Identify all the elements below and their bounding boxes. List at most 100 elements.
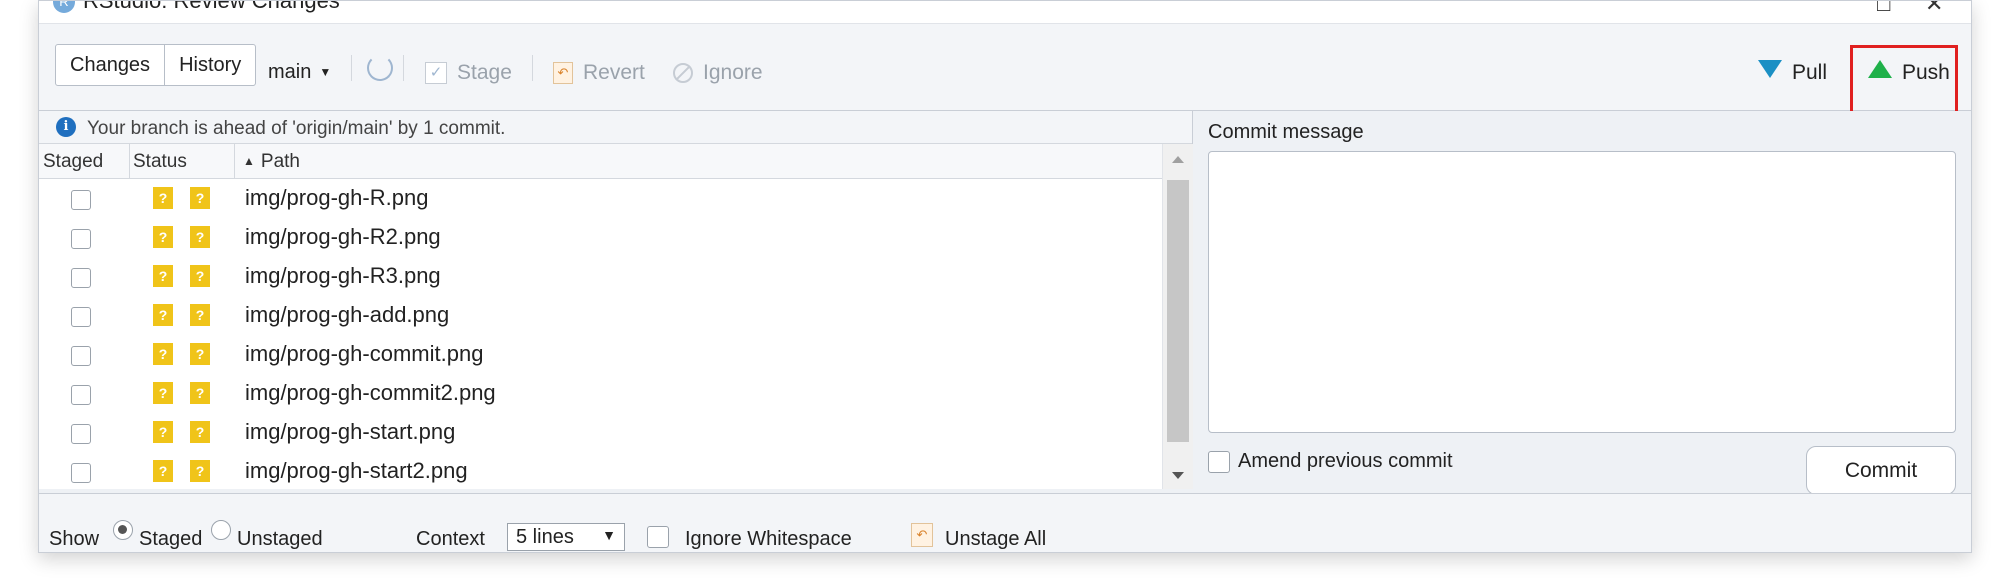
pull-arrow-icon xyxy=(1758,60,1782,79)
column-header-staged[interactable]: Staged xyxy=(43,151,103,173)
dropdown-arrow-icon: ▼ xyxy=(602,527,616,543)
staged-checkbox[interactable] xyxy=(71,424,91,444)
table-row[interactable]: ? ? img/prog-gh-add.png xyxy=(39,296,1162,335)
toolbar-divider xyxy=(403,55,404,81)
status-badge-index: ? xyxy=(153,343,173,365)
staged-checkbox[interactable] xyxy=(71,385,91,405)
column-divider xyxy=(234,144,235,178)
sort-ascending-icon: ▲ xyxy=(243,154,255,168)
context-select[interactable]: 5 lines ▼ xyxy=(507,523,625,551)
scroll-up-arrow-icon[interactable] xyxy=(1172,156,1184,163)
status-badge-worktree: ? xyxy=(190,460,210,482)
staged-checkbox[interactable] xyxy=(71,307,91,327)
table-row[interactable]: ? ? img/prog-gh-commit.png xyxy=(39,335,1162,374)
status-badge-index: ? xyxy=(153,265,173,287)
table-row[interactable]: ? ? img/prog-gh-R.png xyxy=(39,179,1162,218)
commit-pane: Commit message Amend previous commit Com… xyxy=(1196,111,1971,495)
file-path: img/prog-gh-add.png xyxy=(245,302,450,327)
status-badge-worktree: ? xyxy=(190,187,210,209)
table-row[interactable]: ? ? img/prog-gh-start.png xyxy=(39,413,1162,452)
status-badge-worktree: ? xyxy=(190,265,210,287)
close-icon[interactable]: ✕ xyxy=(1925,1,1943,17)
scrollbar-thumb[interactable] xyxy=(1167,180,1189,442)
unstaged-radio[interactable] xyxy=(211,520,231,540)
staged-checkbox[interactable] xyxy=(71,463,91,483)
column-header-status[interactable]: Status xyxy=(133,151,187,173)
column-divider xyxy=(129,144,130,178)
ignore-whitespace-label[interactable]: Ignore Whitespace xyxy=(685,528,852,551)
status-badge-worktree: ? xyxy=(190,382,210,404)
file-path: img/prog-gh-commit2.png xyxy=(245,380,496,405)
file-list: ? ? img/prog-gh-R.png ? ? img/prog-gh-R2… xyxy=(39,179,1162,489)
pull-button[interactable]: Pull xyxy=(1758,60,1828,85)
unstage-all-button[interactable]: Unstage All xyxy=(945,528,1046,551)
title-bar: R RStudio: Review Changes □ ✕ xyxy=(39,1,1971,24)
file-path: img/prog-gh-R2.png xyxy=(245,224,441,249)
tab-changes[interactable]: Changes xyxy=(56,45,164,85)
revert-button[interactable]: ↶ Revert xyxy=(553,61,645,85)
file-path: img/prog-gh-commit.png xyxy=(245,341,484,366)
branch-status-bar: i Your branch is ahead of 'origin/main' … xyxy=(39,111,1192,144)
branch-selector[interactable]: main ▼ xyxy=(268,61,331,84)
scroll-down-arrow-icon[interactable] xyxy=(1172,472,1184,479)
file-list-scrollbar[interactable] xyxy=(1162,144,1193,489)
staged-radio[interactable] xyxy=(113,520,133,540)
stage-label: Stage xyxy=(457,61,512,84)
file-path: img/prog-gh-R3.png xyxy=(245,263,441,288)
column-header-path-label: Path xyxy=(260,151,300,172)
amend-checkbox[interactable] xyxy=(1208,451,1230,473)
changes-pane: i Your branch is ahead of 'origin/main' … xyxy=(39,111,1193,489)
pull-label: Pull xyxy=(1792,61,1828,84)
context-value: 5 lines xyxy=(516,526,574,548)
rstudio-logo-icon: R xyxy=(53,1,75,13)
ignore-icon xyxy=(673,63,693,84)
branch-status-text: Your branch is ahead of 'origin/main' by… xyxy=(87,118,506,139)
ignore-whitespace-checkbox[interactable] xyxy=(647,526,669,548)
show-label: Show xyxy=(49,528,100,550)
table-row[interactable]: ? ? img/prog-gh-R3.png xyxy=(39,257,1162,296)
review-changes-window: R RStudio: Review Changes □ ✕ Changes Hi… xyxy=(38,0,1972,553)
commit-message-input[interactable] xyxy=(1208,151,1956,433)
stage-button[interactable]: ✓ Stage xyxy=(425,61,512,85)
status-badge-index: ? xyxy=(153,187,173,209)
tab-history[interactable]: History xyxy=(164,45,255,85)
ignore-label: Ignore xyxy=(703,61,763,84)
staged-checkbox[interactable] xyxy=(71,229,91,249)
commit-button[interactable]: Commit xyxy=(1806,446,1956,495)
toolbar-divider xyxy=(351,55,352,81)
window-title: RStudio: Review Changes xyxy=(83,0,340,13)
status-badge-worktree: ? xyxy=(190,343,210,365)
status-badge-worktree: ? xyxy=(190,226,210,248)
column-header-path[interactable]: ▲ Path xyxy=(243,151,300,173)
table-header: Staged Status ▲ Path xyxy=(39,144,1192,179)
status-badge-index: ? xyxy=(153,460,173,482)
branch-name: main xyxy=(268,61,312,83)
status-badge-index: ? xyxy=(153,226,173,248)
context-label: Context xyxy=(416,528,485,550)
status-badge-worktree: ? xyxy=(190,421,210,443)
staged-checkbox[interactable] xyxy=(71,190,91,210)
table-row[interactable]: ? ? img/prog-gh-commit2.png xyxy=(39,374,1162,413)
status-badge-index: ? xyxy=(153,304,173,326)
view-tabs: Changes History xyxy=(55,44,257,86)
revert-icon: ↶ xyxy=(553,62,573,85)
table-row[interactable]: ? ? img/prog-gh-R2.png xyxy=(39,218,1162,257)
staged-checkbox[interactable] xyxy=(71,346,91,366)
ignore-button[interactable]: Ignore xyxy=(673,61,763,85)
staged-checkbox[interactable] xyxy=(71,268,91,288)
refresh-icon[interactable] xyxy=(367,55,393,81)
info-icon: i xyxy=(56,117,76,137)
status-badge-worktree: ? xyxy=(190,304,210,326)
unstaged-radio-label[interactable]: Unstaged xyxy=(237,528,323,551)
unstage-all-icon[interactable]: ↶ xyxy=(911,523,933,547)
status-badge-index: ? xyxy=(153,421,173,443)
push-highlight-box xyxy=(1850,45,1958,119)
checkbox-icon: ✓ xyxy=(425,62,447,85)
toolbar-divider xyxy=(532,55,533,81)
table-row[interactable]: ? ? img/prog-gh-start2.png xyxy=(39,452,1162,489)
file-path: img/prog-gh-R.png xyxy=(245,185,429,210)
file-path: img/prog-gh-start.png xyxy=(245,419,456,444)
status-badge-index: ? xyxy=(153,382,173,404)
maximize-icon[interactable]: □ xyxy=(1877,1,1890,17)
staged-radio-label[interactable]: Staged xyxy=(139,528,202,551)
